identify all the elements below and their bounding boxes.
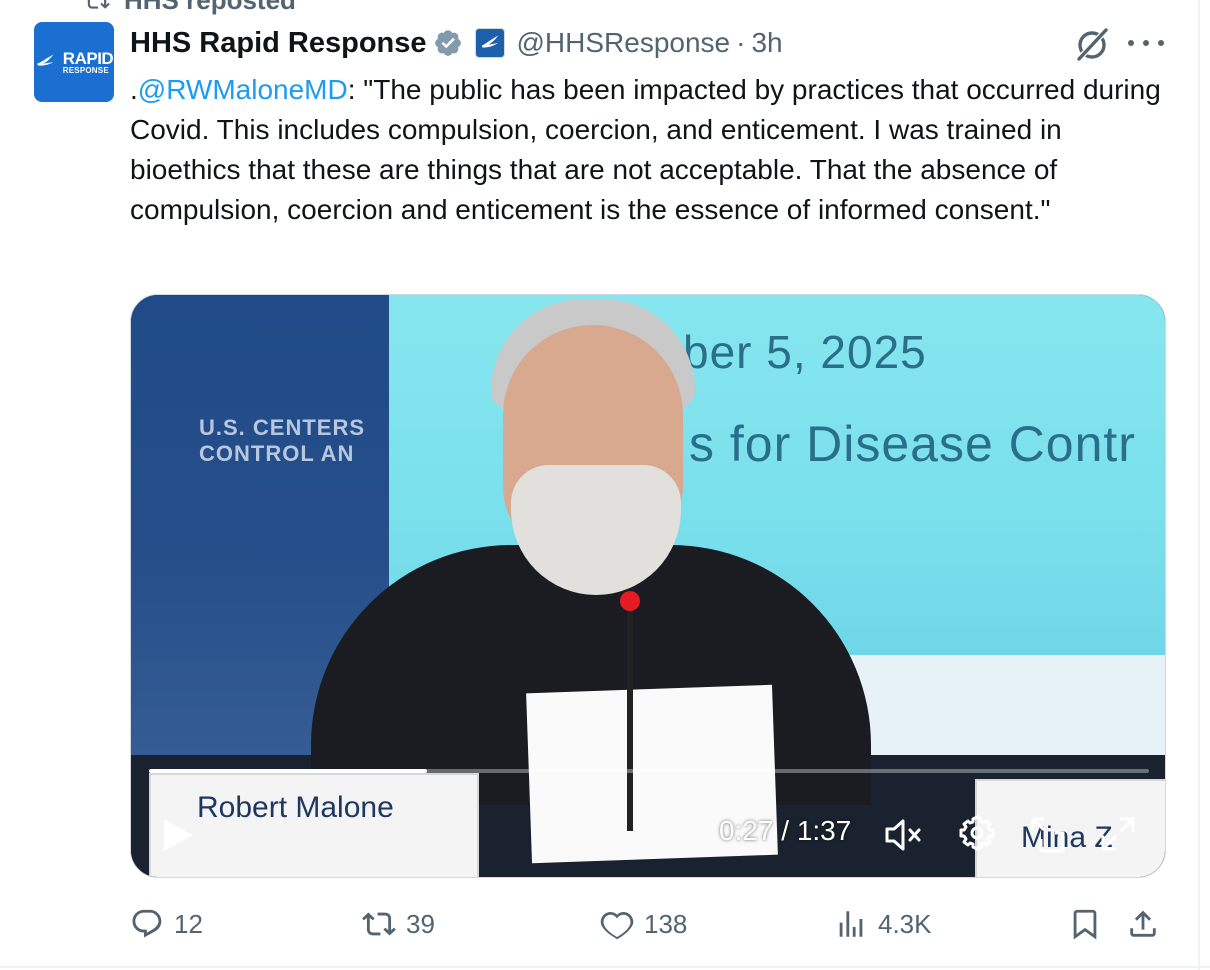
- avatar-logo-top: RAPID: [62, 48, 114, 68]
- views-button[interactable]: 4.3K: [834, 900, 932, 948]
- banner-line-2: CONTROL AN: [199, 441, 355, 466]
- video-progress-bar[interactable]: [149, 769, 1149, 773]
- play-icon[interactable]: [161, 817, 195, 853]
- handle[interactable]: @HHSResponse: [517, 27, 731, 59]
- post-divider: [0, 966, 1210, 968]
- banner-line-1: U.S. CENTERS: [199, 415, 366, 440]
- grok-icon[interactable]: [1072, 24, 1112, 64]
- timeline-divider: [1198, 0, 1200, 970]
- reply-count: 12: [174, 908, 203, 939]
- verified-badge-icon[interactable]: [433, 28, 463, 58]
- nameplate-2: Mina Z: [975, 779, 1165, 877]
- display-name[interactable]: HHS Rapid Response: [130, 27, 427, 60]
- hhs-eagle-icon: [36, 54, 54, 66]
- reply-button[interactable]: 12: [130, 900, 203, 948]
- video-player[interactable]: U.S. CENTERS CONTROL AN ber 5, 2025 s fo…: [130, 294, 1166, 878]
- affiliation-badge[interactable]: [474, 28, 505, 58]
- mute-icon[interactable]: [883, 815, 925, 855]
- repost-label: HHS reposted: [124, 0, 296, 16]
- retweet-button[interactable]: 39: [362, 900, 435, 948]
- separator: ·: [736, 27, 746, 58]
- screen-agency: s for Disease Contr: [689, 416, 1136, 472]
- settings-icon[interactable]: [957, 813, 997, 853]
- reply-icon: [132, 909, 162, 938]
- bookmark-button[interactable]: [1068, 900, 1102, 948]
- repost-icon: [87, 0, 110, 9]
- retweet-icon: [362, 912, 396, 936]
- repost-indicator[interactable]: HHS reposted: [84, 0, 296, 15]
- share-button[interactable]: [1126, 900, 1160, 948]
- avatar[interactable]: RAPID RESPONSE: [34, 22, 114, 102]
- more-icon[interactable]: [1128, 28, 1164, 58]
- timestamp[interactable]: 3h: [751, 27, 782, 59]
- like-button[interactable]: 138: [600, 900, 687, 948]
- avatar-logo-bottom: RESPONSE: [62, 65, 109, 75]
- post-text: .@RWMaloneMD: "The public has been impac…: [130, 70, 1180, 230]
- action-bar: 12 39 138 4.3K: [130, 900, 1170, 948]
- video-time: 0:27 / 1:37: [719, 815, 852, 846]
- hhs-eagle-icon: [481, 35, 498, 48]
- retweet-count: 39: [406, 908, 435, 939]
- views-count: 4.3K: [878, 908, 932, 939]
- bookmark-icon: [1073, 909, 1097, 940]
- microphone-stand: [627, 601, 633, 831]
- fullscreen-icon[interactable]: [1099, 815, 1137, 853]
- microphone-tip: [620, 591, 640, 611]
- video-frame: U.S. CENTERS CONTROL AN ber 5, 2025 s fo…: [131, 295, 1165, 877]
- post-header: HHS Rapid Response @HHSResponse · 3h: [130, 24, 783, 62]
- like-icon: [600, 911, 634, 940]
- mention-link[interactable]: @RWMaloneMD: [138, 74, 348, 105]
- nameplate: Robert Malone: [149, 773, 479, 877]
- like-count: 138: [644, 908, 688, 939]
- share-icon: [1130, 910, 1156, 937]
- screen-date: ber 5, 2025: [683, 326, 927, 378]
- views-icon: [839, 911, 863, 937]
- nameplate-text: Robert Malone: [197, 791, 394, 824]
- pip-icon[interactable]: [1029, 815, 1069, 855]
- video-progress-fill: [149, 769, 427, 773]
- post-text-prefix: .: [130, 74, 138, 105]
